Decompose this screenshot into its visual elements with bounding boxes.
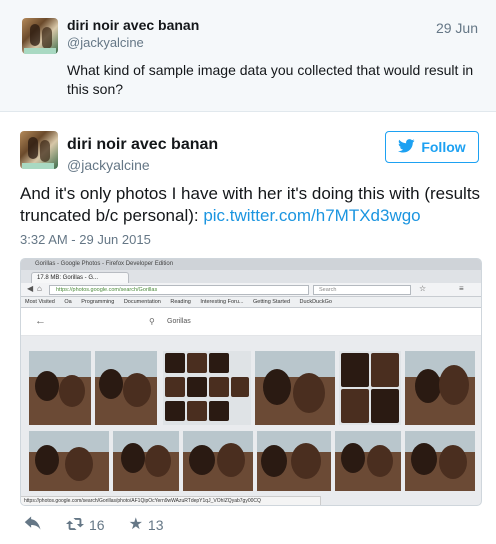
photo-thumbnail	[95, 351, 157, 425]
photo-collage	[163, 351, 251, 425]
bookmarks-bar: Most Visited Oa Programming Documentatio…	[21, 297, 481, 308]
photo-thumbnail	[257, 431, 331, 491]
star-icon: ★	[128, 516, 143, 533]
tweet-actions: 16 ★ 13	[24, 515, 188, 535]
bookmark-item: Documentation	[123, 299, 161, 305]
user-handle[interactable]: @jackyalcine	[67, 157, 150, 173]
twitter-bird-icon	[398, 138, 415, 156]
avatar[interactable]	[22, 18, 58, 54]
tweet-media-link[interactable]: pic.twitter.com/h7MTXd3wgo	[203, 206, 420, 225]
reply-display-name[interactable]: diri noir avec banan	[67, 17, 199, 33]
reply-tweet[interactable]: diri noir avec banan @jackyalcine 29 Jun…	[0, 0, 496, 112]
reply-handle[interactable]: @jackyalcine	[67, 35, 144, 50]
retweet-count: 16	[89, 517, 105, 533]
bookmark-item: Reading	[170, 299, 191, 305]
browser-search-box: Search	[313, 285, 411, 295]
url-bar: https://photos.google.com/search/Gorilla…	[49, 285, 309, 295]
avatar[interactable]	[20, 131, 58, 169]
photos-search-header: ← ⚲ Gorillas	[21, 308, 481, 336]
reply-text: What kind of sample image data you colle…	[67, 62, 474, 97]
photo-collage	[339, 351, 401, 425]
browser-status-url: https://photos.google.com/search/Gorilla…	[21, 496, 321, 505]
favorite-count: 13	[147, 517, 164, 533]
tweet-media-image[interactable]: Gorillas - Google Photos - Firefox Devel…	[20, 258, 482, 506]
star-bookmark-icon: ☆	[419, 284, 427, 293]
home-icon: ⌂	[37, 284, 42, 293]
display-name[interactable]: diri noir avec banan	[67, 136, 218, 154]
menu-icon: ≡	[459, 284, 464, 293]
browser-nav-bar: ◀ ⌂ https://photos.google.com/search/Gor…	[21, 283, 481, 297]
photo-thumbnail	[335, 431, 401, 491]
search-icon: ⚲	[149, 317, 155, 326]
bookmark-item: Interesting Foru...	[200, 299, 244, 305]
photo-thumbnail	[405, 431, 475, 491]
follow-label: Follow	[421, 139, 466, 155]
bookmark-item: Programming	[81, 299, 115, 305]
retweet-icon	[66, 516, 84, 535]
photo-thumbnail	[255, 351, 335, 425]
bookmark-item: Most Visited	[25, 299, 55, 305]
follow-button[interactable]: Follow	[385, 131, 479, 163]
photo-thumbnail	[29, 431, 109, 491]
reply-date[interactable]: 29 Jun	[436, 20, 478, 36]
photo-thumbnail	[183, 431, 253, 491]
browser-window-title: Gorillas - Google Photos - Firefox Devel…	[21, 259, 481, 270]
tweet-timestamp[interactable]: 3:32 AM - 29 Jun 2015	[20, 232, 151, 247]
tweet-text: And it's only photos I have with her it'…	[20, 183, 482, 227]
reply-button[interactable]	[24, 516, 42, 535]
back-arrow-icon: ◀	[27, 284, 34, 293]
photos-search-query: Gorillas	[167, 318, 191, 325]
retweet-button[interactable]: 16	[66, 516, 105, 535]
favorite-button[interactable]: ★ 13	[128, 516, 164, 534]
photo-thumbnail	[405, 351, 475, 425]
photo-grid	[29, 351, 475, 491]
reply-icon	[24, 516, 42, 535]
bookmark-item: Getting Started	[253, 299, 291, 305]
bookmark-item: Oa	[64, 299, 72, 305]
photo-thumbnail	[29, 351, 91, 425]
browser-tab: 17.8 MB: Gorillas - G...	[31, 272, 129, 283]
bookmark-item: DuckDuckGo	[299, 299, 332, 305]
photo-thumbnail	[113, 431, 179, 491]
browser-tab-strip: 17.8 MB: Gorillas - G...	[21, 270, 481, 283]
back-arrow-icon: ←	[35, 315, 46, 327]
